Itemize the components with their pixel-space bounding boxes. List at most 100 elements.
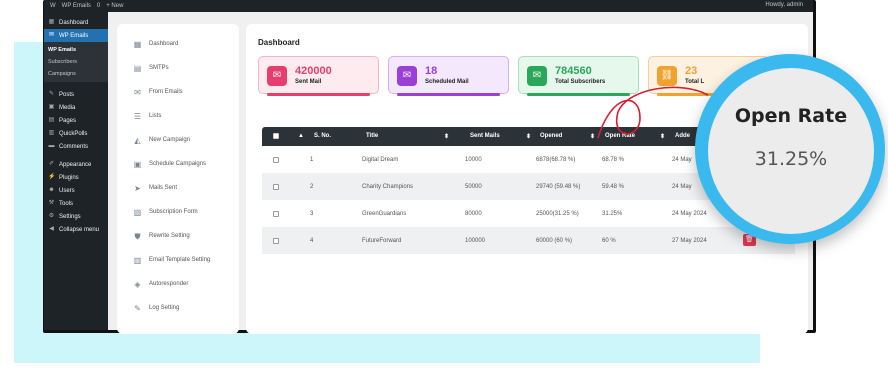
row-checkbox[interactable] bbox=[273, 157, 279, 165]
wp-menu-plugins[interactable]: ⚡ Plugins bbox=[44, 171, 108, 184]
stat-value: 420000 bbox=[295, 65, 332, 77]
plugin-menu-new-campaign[interactable]: ◭ New Campaign bbox=[117, 128, 239, 152]
sort-icon[interactable]: ⬍ bbox=[526, 133, 531, 140]
wp-menu-collapse[interactable]: ◀ Collapse menu bbox=[44, 223, 108, 236]
form-icon: ▧ bbox=[133, 207, 142, 217]
plugin-menu-mails-sent[interactable]: ➤ Mails Sent bbox=[117, 176, 239, 200]
sort-icon[interactable]: ⬍ bbox=[660, 133, 665, 140]
howdy-user[interactable]: Howdy, admin bbox=[765, 2, 803, 8]
grid-icon: ▦ bbox=[133, 39, 142, 49]
row-checkbox[interactable] bbox=[273, 184, 279, 192]
plugin-menu-rewrite-setting[interactable]: ⛊ Rewrite Setting bbox=[117, 224, 239, 248]
cell-opened: 6878(68.78 %) bbox=[536, 157, 576, 163]
wrench-icon: ⚒ bbox=[48, 200, 55, 206]
send-icon: ➤ bbox=[134, 183, 141, 193]
wp-submenu-campaigns[interactable]: Campaigns bbox=[44, 68, 108, 80]
stat-card-total-subscribers[interactable]: ✉ 784560 Total Subscribers bbox=[518, 56, 639, 96]
row-checkbox[interactable] bbox=[273, 238, 279, 246]
wp-menu-posts[interactable]: ✎ Posts bbox=[44, 88, 108, 101]
cell-opened: 60000 (60 %) bbox=[536, 238, 573, 244]
wp-menu-tools[interactable]: ⚒ Tools bbox=[44, 197, 108, 210]
plugin-menu-lists[interactable]: ☰ Lists bbox=[117, 104, 239, 128]
wp-submenu-subscribers[interactable]: Subscribers bbox=[44, 56, 108, 68]
plugin-menu: ▦ Dashboard ▤ SMTPs ✉ From Emails ☰ Lists ◭ N… bbox=[117, 24, 239, 334]
new-link[interactable]: + New bbox=[106, 3, 123, 9]
plugin-menu-label: Lists bbox=[149, 113, 162, 119]
plugin-menu-label: Dashboard bbox=[149, 41, 179, 47]
plugin-menu-autoresponder[interactable]: ◈ Autoresponder bbox=[117, 272, 239, 296]
site-name-link[interactable]: WP Emails bbox=[62, 3, 91, 9]
wp-menu-label: Appearance bbox=[59, 161, 92, 168]
log-icon: ✎ bbox=[134, 303, 141, 313]
wp-menu-users[interactable]: ☻ Users bbox=[44, 184, 108, 197]
plugin-menu-smtps[interactable]: ▤ SMTPs bbox=[117, 56, 239, 80]
wp-submenu-label: Campaigns bbox=[48, 71, 76, 77]
plugin-menu-subscription-form[interactable]: ▧ Subscription Form bbox=[117, 200, 239, 224]
wp-menu-appearance[interactable]: ✐ Appearance bbox=[44, 158, 108, 171]
stat-label: Total Subscribers bbox=[555, 79, 606, 85]
plugin-menu-log-setting[interactable]: ✎ Log Setting bbox=[117, 296, 239, 320]
media-icon: ▣ bbox=[48, 104, 55, 110]
plugin-menu-email-template-setting[interactable]: ▥ Email Template Setting bbox=[117, 248, 239, 272]
wp-menu-label: Pages bbox=[59, 117, 77, 124]
wp-menu-comments[interactable]: ▬ Comments bbox=[44, 140, 108, 153]
cell-sent-mails: 80000 bbox=[465, 211, 482, 217]
wp-menu-label: Plugins bbox=[59, 174, 79, 181]
plugin-menu-schedule-campaigns[interactable]: ▣ Schedule Campaigns bbox=[117, 152, 239, 176]
wp-menu-dashboard[interactable]: ▦ Dashboard bbox=[44, 16, 108, 29]
cell-added: 24 May bbox=[672, 184, 692, 190]
sort-icon[interactable]: ⬍ bbox=[590, 133, 595, 140]
plugin-menu-label: Email Template Setting bbox=[149, 257, 211, 263]
stat-card-scheduled-mail[interactable]: ✉ 18 Scheduled Mail bbox=[388, 56, 509, 96]
wp-menu-media[interactable]: ▣ Media bbox=[44, 101, 108, 114]
plugin-menu-label: Subscription Form bbox=[149, 209, 198, 215]
user-icon: ☻ bbox=[48, 187, 55, 193]
plugin-menu-from-emails[interactable]: ✉ From Emails bbox=[117, 80, 239, 104]
cell-open-rate: 59.48 % bbox=[602, 184, 625, 190]
wp-menu-pages[interactable]: ▤ Pages bbox=[44, 114, 108, 127]
plugin-menu-dashboard[interactable]: ▦ Dashboard bbox=[117, 32, 239, 56]
column-header-sno[interactable]: S. No. bbox=[314, 133, 331, 139]
shield-icon: ⛊ bbox=[134, 231, 141, 241]
stat-card-sent-mail[interactable]: ✉ 420000 Sent Mail bbox=[258, 56, 379, 96]
column-header-added[interactable]: Adde bbox=[675, 133, 690, 139]
plugin-menu-label: Schedule Campaigns bbox=[149, 161, 207, 167]
table-row[interactable]: 4 FutureForward 100000 60000 (60 %) 60 %… bbox=[262, 227, 795, 254]
wp-menu-quickpolls[interactable]: ▥ QuickPolls bbox=[44, 127, 108, 140]
email-icon: ✉ bbox=[48, 32, 55, 38]
cell-title: Charity Champions bbox=[362, 184, 414, 190]
cell-open-rate: 68.78 % bbox=[602, 157, 625, 163]
admin-bar: W WP Emails 0 + New Howdy, admin bbox=[44, 0, 813, 12]
wp-submenu-wp-emails[interactable]: WP Emails bbox=[44, 44, 108, 56]
wp-menu-wp-emails[interactable]: ✉ WP Emails bbox=[44, 29, 108, 42]
wp-menu-settings[interactable]: ⚙ Settings bbox=[44, 210, 108, 223]
stat-label: Total L bbox=[685, 79, 705, 85]
plugin-icon: ⚡ bbox=[48, 174, 56, 180]
row-checkbox[interactable] bbox=[273, 211, 279, 219]
envelope-icon: ✉ bbox=[134, 87, 141, 97]
wordpress-logo-icon[interactable]: W bbox=[50, 3, 56, 9]
cell-added: 24 May 2024 bbox=[672, 211, 707, 217]
subscriber-icon: ✉ bbox=[527, 66, 547, 86]
cell-added: 24 May bbox=[672, 157, 692, 163]
column-header-title[interactable]: Title bbox=[366, 133, 378, 139]
sort-icon[interactable]: ▲ bbox=[298, 133, 304, 139]
wp-submenu-label: Subscribers bbox=[48, 59, 78, 65]
plugin-menu-label: New Campaign bbox=[149, 137, 191, 143]
calendar-icon: ▣ bbox=[133, 159, 142, 169]
select-all-checkbox[interactable] bbox=[273, 133, 279, 141]
template-icon: ▥ bbox=[133, 255, 142, 265]
autoresponder-icon: ◈ bbox=[134, 279, 141, 289]
column-header-opened[interactable]: Opened bbox=[540, 133, 562, 139]
wp-menu-label: WP Emails bbox=[59, 32, 89, 39]
sort-icon[interactable]: ⬍ bbox=[444, 133, 449, 140]
page-icon: ▤ bbox=[48, 117, 55, 123]
column-header-sent-mails[interactable]: Sent Mails bbox=[470, 133, 500, 139]
column-header-open-rate[interactable]: Open Rate bbox=[605, 133, 635, 139]
stat-value: 18 bbox=[425, 65, 438, 77]
page-title: Dashboard bbox=[258, 38, 300, 47]
wp-menu-label: Collapse menu bbox=[59, 226, 100, 233]
comments-count[interactable]: 0 bbox=[97, 3, 100, 9]
settings-icon: ⚙ bbox=[48, 213, 55, 219]
pin-icon: ✎ bbox=[48, 91, 55, 97]
